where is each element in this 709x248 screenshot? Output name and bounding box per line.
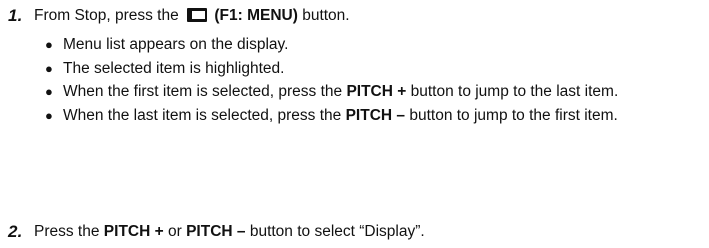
step-1-notes: ● Menu list appears on the display. ● Th… [45, 35, 695, 129]
list-item: ● When the last item is selected, press … [45, 106, 618, 124]
step-number: 1. [8, 6, 23, 25]
step-1-text: From Stop, press the (F1: MENU) button. [34, 7, 350, 24]
pitch-plus-key: PITCH + [103, 223, 164, 240]
list-item: ● The selected item is highlighted. [45, 59, 285, 77]
bullet-icon: ● [45, 84, 53, 100]
bullet-icon: ● [45, 37, 53, 52]
menu-button-icon [187, 8, 208, 22]
step-1: 1. From Stop, press the (F1: MENU) butto… [8, 6, 703, 26]
pitch-plus-key: PITCH + [346, 83, 407, 101]
list-item: ● Menu list appears on the display. [45, 36, 289, 53]
bullet-icon: ● [45, 60, 53, 76]
pitch-minus-key: PITCH – [186, 223, 246, 240]
list-item: ● When the first item is selected, press… [45, 83, 619, 101]
menu-button-label: (F1: MENU) [214, 7, 298, 24]
step-2: 2. Press the PITCH + or PITCH – button t… [8, 222, 703, 242]
bullet-icon: ● [45, 107, 53, 123]
step-number: 2. [8, 222, 23, 241]
step-2-text: Press the PITCH + or PITCH – button to s… [34, 223, 425, 240]
pitch-minus-key: PITCH – [345, 106, 406, 124]
